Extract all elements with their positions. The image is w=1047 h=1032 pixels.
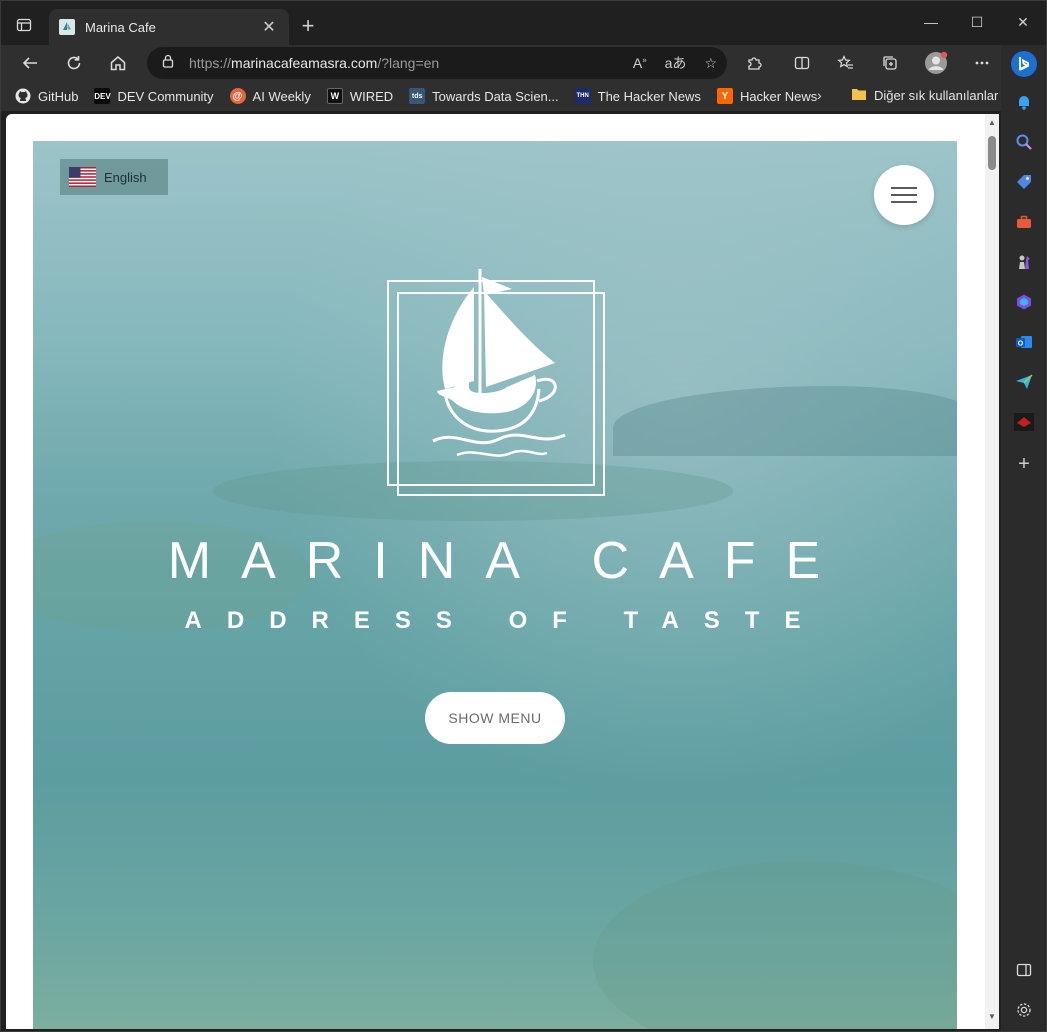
lock-icon[interactable] — [161, 54, 175, 73]
more-options-icon[interactable] — [967, 48, 997, 78]
url-scheme: https:// — [189, 55, 232, 71]
hamburger-icon — [891, 187, 917, 203]
navigation-bar: https://marinacafeamasra.com/?lang=en A»… — [1, 45, 1046, 81]
extension-red-icon[interactable] — [1013, 411, 1035, 433]
translate-icon[interactable]: aあ — [665, 53, 687, 73]
close-window-icon[interactable]: ✕ — [1003, 7, 1043, 37]
notifications-bell-icon[interactable] — [1013, 91, 1035, 113]
hero-title: MARINA CAFE — [167, 532, 851, 590]
marina-cafe-logo — [387, 269, 605, 496]
bookmark-label: DEV Community — [117, 88, 214, 104]
url-path: /?lang=en — [377, 55, 440, 71]
favorite-star-icon[interactable]: ☆ — [704, 55, 717, 72]
scrollbar-thumb[interactable] — [988, 136, 996, 170]
hero-subtitle: ADDRESS OF TASTE — [184, 607, 826, 634]
games-chess-icon[interactable] — [1013, 251, 1035, 273]
bookmark-towards-data-science[interactable]: tds Towards Data Scien... — [409, 88, 559, 104]
ai-weekly-icon: @ — [229, 88, 246, 104]
bing-copilot-icon[interactable] — [1009, 49, 1039, 79]
folder-icon — [851, 87, 867, 104]
chevron-right-icon[interactable]: › — [817, 87, 822, 103]
home-icon[interactable] — [103, 48, 133, 78]
url-host: marinacafeamasra.com — [231, 55, 378, 71]
scroll-up-arrow-icon[interactable]: ▲ — [987, 118, 997, 127]
tab-marina-cafe[interactable]: Marina Cafe ✕ — [49, 9, 289, 45]
search-icon[interactable] — [1013, 131, 1035, 153]
svg-text:O: O — [1018, 340, 1024, 347]
show-menu-button[interactable]: SHOW MENU — [425, 692, 565, 744]
bookmark-ai-weekly[interactable]: @ AI Weekly — [229, 88, 311, 104]
bookmark-label: AI Weekly — [252, 88, 311, 104]
bookmark-hacker-news[interactable]: Y Hacker News — [716, 88, 818, 104]
tools-briefcase-icon[interactable] — [1013, 211, 1035, 233]
bookmark-label: The Hacker News — [597, 88, 701, 104]
bookmark-label: Towards Data Scien... — [432, 88, 559, 104]
bookmark-label: WIRED — [349, 88, 394, 104]
refresh-icon[interactable] — [59, 48, 89, 78]
marina-cafe-favicon-icon — [59, 19, 75, 35]
github-icon — [15, 88, 31, 104]
add-sidebar-app-icon[interactable]: + — [1013, 453, 1035, 475]
maximize-icon[interactable]: ☐ — [957, 7, 997, 37]
hero-background-harbor — [593, 861, 957, 1029]
sidebar-settings-gear-icon[interactable] — [1013, 999, 1035, 1021]
close-tab-icon[interactable]: ✕ — [259, 17, 279, 37]
tab-title: Marina Cafe — [85, 19, 156, 35]
hamburger-menu-button[interactable] — [874, 165, 934, 225]
hero-section: English MARINA CAFE ADDRESS OF TASTE SHO… — [33, 141, 957, 1029]
profile-avatar-icon[interactable] — [921, 48, 951, 78]
page-scrollbar[interactable]: ▲ ▼ — [985, 114, 999, 1029]
split-screen-icon[interactable] — [787, 48, 817, 78]
tds-icon: tds — [409, 88, 426, 104]
bookmarks-bar: GitHub DEV DEV Community @ AI Weekly W W… — [1, 81, 1001, 111]
dev-icon: DEV — [94, 88, 111, 104]
shopping-tag-icon[interactable] — [1013, 171, 1035, 193]
hide-sidebar-icon[interactable] — [1013, 959, 1035, 981]
read-aloud-icon[interactable]: A» — [633, 55, 647, 71]
bookmark-label: Hacker News — [739, 88, 818, 104]
ycombinator-icon: Y — [716, 88, 733, 104]
bookmark-wired[interactable]: W WIRED — [326, 88, 394, 104]
bookmark-folder-other[interactable]: Diğer sık kullanılanlar — [851, 87, 998, 104]
bookmark-folder-label: Diğer sık kullanılanlar — [874, 88, 999, 103]
scroll-down-arrow-icon[interactable]: ▼ — [987, 1012, 997, 1021]
tab-bar: Marina Cafe ✕ + — ☐ ✕ — [1, 1, 1046, 45]
language-label: English — [104, 169, 147, 185]
bookmark-label: GitHub — [38, 88, 79, 104]
address-bar[interactable]: https://marinacafeamasra.com/?lang=en A»… — [147, 47, 727, 79]
new-tab-icon[interactable]: + — [295, 13, 321, 39]
favorites-icon[interactable] — [831, 48, 861, 78]
send-drop-icon[interactable] — [1013, 371, 1035, 393]
bookmark-github[interactable]: GitHub — [15, 88, 78, 104]
bookmark-the-hacker-news[interactable]: THN The Hacker News — [574, 88, 701, 104]
page-viewport: English MARINA CAFE ADDRESS OF TASTE SHO… — [6, 114, 999, 1029]
minimize-icon[interactable]: — — [911, 7, 951, 37]
tab-actions-icon[interactable] — [9, 10, 39, 40]
extensions-icon[interactable] — [739, 48, 769, 78]
outlook-icon[interactable]: O — [1013, 331, 1035, 353]
back-icon[interactable] — [15, 48, 45, 78]
url-text[interactable]: https://marinacafeamasra.com/?lang=en — [189, 55, 439, 71]
microsoft-365-icon[interactable] — [1013, 291, 1035, 313]
language-selector[interactable]: English — [60, 159, 168, 195]
browser-window: Marina Cafe ✕ + — ☐ ✕ https://marinacafe… — [0, 0, 1047, 1032]
hero-background-headland — [613, 386, 957, 456]
wired-icon: W — [326, 88, 343, 104]
us-flag-icon — [69, 167, 96, 187]
collections-icon[interactable] — [875, 48, 905, 78]
thn-icon: THN — [574, 88, 591, 104]
edge-sidebar: O + — [1001, 45, 1046, 1031]
bookmark-dev-community[interactable]: DEV DEV Community — [94, 88, 214, 104]
